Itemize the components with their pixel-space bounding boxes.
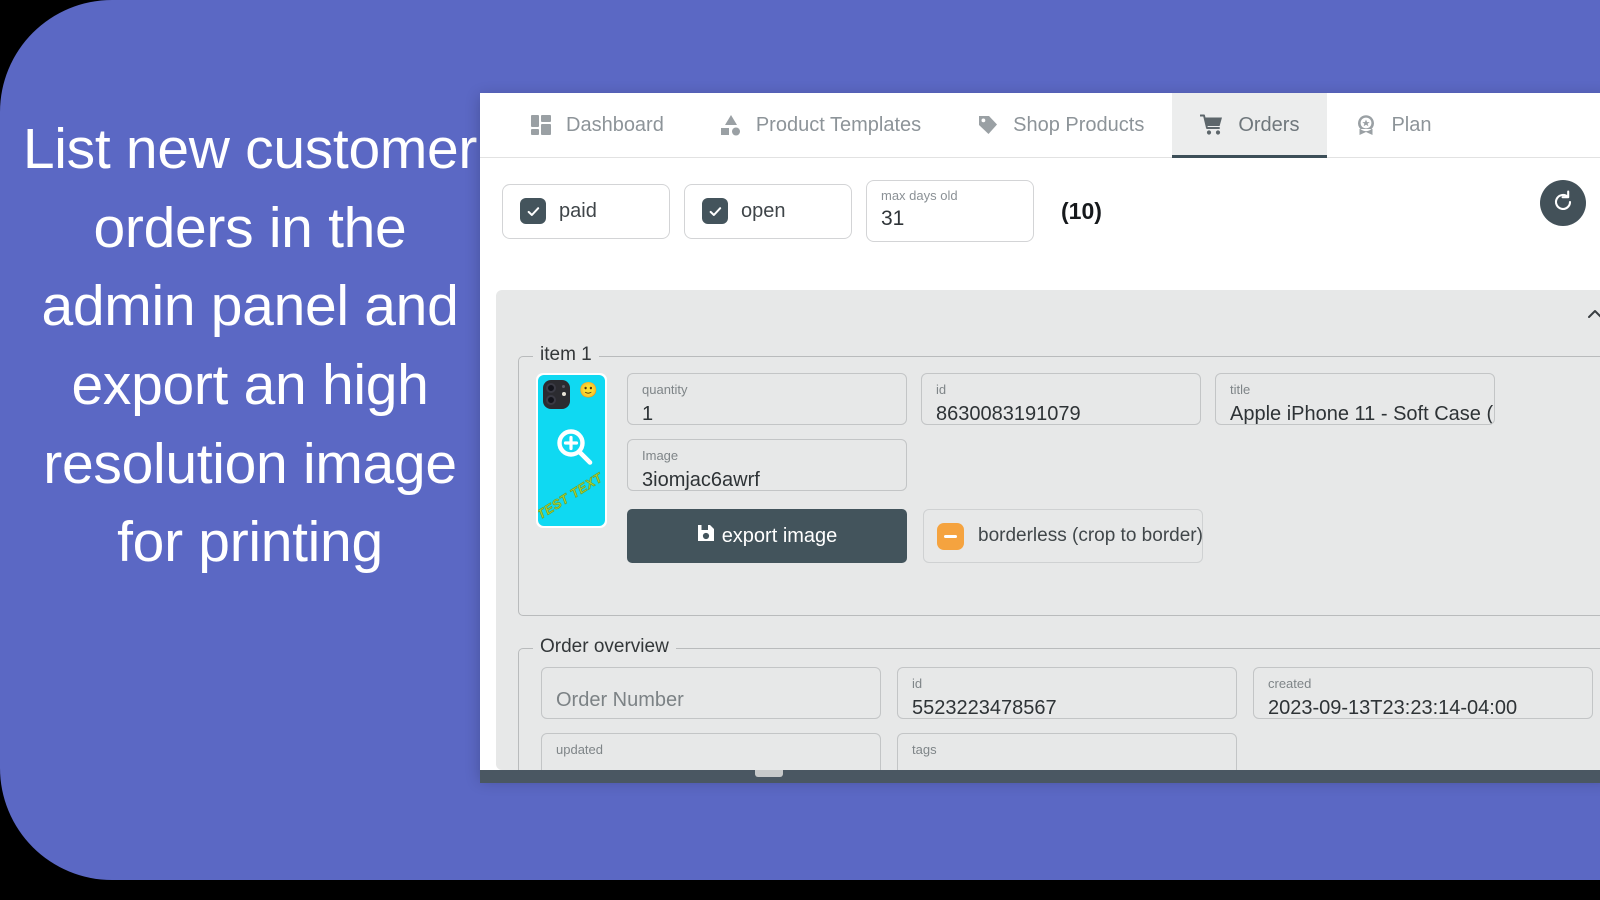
- magnifier-plus-icon: [554, 427, 596, 469]
- refresh-button[interactable]: [1540, 180, 1586, 226]
- app-window: Dashboard Product Templates Shop Product…: [480, 93, 1600, 778]
- tag-icon: [977, 114, 999, 136]
- shapes-icon: [720, 114, 742, 136]
- order-detail-panel: item 1 🙂 TEST TEXT quantity 1 id 8630083…: [496, 290, 1600, 778]
- order-number-placeholder: Order Number: [556, 689, 684, 711]
- order-number-field[interactable]: Order Number: [541, 667, 881, 719]
- item-id-value: 8630083191079: [936, 402, 1081, 425]
- badge-ribbon-icon: [1355, 114, 1377, 136]
- item-quantity-label: quantity: [642, 382, 688, 397]
- item-id-field[interactable]: id 8630083191079: [921, 373, 1201, 425]
- promo-headline: List new customer orders in the admin pa…: [22, 117, 478, 575]
- borderless-toggle-label: borderless (crop to border): [978, 525, 1203, 546]
- chevron-up-icon: [1585, 304, 1600, 329]
- export-image-button[interactable]: export image: [627, 509, 907, 563]
- order-tags-label: tags: [912, 742, 937, 757]
- max-days-old-value: 31: [881, 206, 905, 230]
- order-id-label: id: [912, 676, 923, 691]
- shopping-cart-icon: [1200, 114, 1224, 136]
- max-days-old-input[interactable]: max days old 31: [866, 180, 1034, 242]
- filter-checkbox-open[interactable]: open: [684, 183, 852, 239]
- tab-label-plan: Plan: [1391, 113, 1432, 136]
- filter-label-open: open: [741, 199, 786, 222]
- order-created-field[interactable]: created 2023-09-13T23:23:14-04:00: [1253, 667, 1593, 719]
- max-days-old-label: max days old: [881, 188, 958, 203]
- check-icon: [520, 198, 546, 224]
- tab-label-orders: Orders: [1238, 113, 1300, 136]
- tab-plan[interactable]: Plan: [1327, 93, 1459, 157]
- watermark-text: TEST TEXT: [538, 469, 605, 522]
- main-tabbar: Dashboard Product Templates Shop Product…: [480, 93, 1600, 158]
- order-overview-fieldset: Order overview Order Number id 552322347…: [518, 637, 1600, 778]
- filter-bar: paid open max days old 31 (10): [480, 158, 1600, 264]
- device-home-indicator: [755, 770, 783, 777]
- product-thumbnail[interactable]: 🙂 TEST TEXT: [536, 373, 607, 528]
- tab-label-shop-products: Shop Products: [1013, 113, 1145, 136]
- order-created-value: 2023-09-13T23:23:14-04:00: [1268, 696, 1518, 719]
- check-icon: [702, 198, 728, 224]
- item-id-label: id: [936, 382, 947, 397]
- smiley-emoji-icon: 🙂: [579, 382, 598, 399]
- export-image-label: export image: [721, 524, 838, 547]
- item-image-value: 3iomjac6awrf: [642, 468, 760, 491]
- order-id-field[interactable]: id 5523223478567: [897, 667, 1237, 719]
- tab-orders[interactable]: Orders: [1172, 93, 1328, 158]
- tab-product-templates[interactable]: Product Templates: [692, 93, 949, 157]
- filter-label-paid: paid: [559, 199, 597, 222]
- tab-shop-products[interactable]: Shop Products: [949, 93, 1172, 157]
- device-bottom-bar: [480, 770, 1600, 783]
- refresh-icon: [1551, 190, 1575, 217]
- panel-collapse-toggle[interactable]: [1581, 302, 1600, 330]
- tab-label-product-templates: Product Templates: [755, 113, 922, 136]
- item-image-field[interactable]: Image 3iomjac6awrf: [627, 439, 907, 491]
- order-created-label: created: [1268, 676, 1312, 691]
- tab-dashboard[interactable]: Dashboard: [502, 93, 692, 157]
- item-fieldset: item 1 🙂 TEST TEXT quantity 1 id 8630083…: [518, 345, 1600, 616]
- result-count: (10): [1061, 197, 1102, 224]
- item-quantity-field[interactable]: quantity 1: [627, 373, 907, 425]
- tab-label-dashboard: Dashboard: [566, 113, 664, 136]
- product-thumbnail-image: 🙂 TEST TEXT: [538, 375, 605, 526]
- save-disk-icon: [697, 524, 715, 548]
- phone-camera-module-icon: [543, 380, 570, 409]
- minus-icon: [937, 522, 964, 550]
- dashboard-grid-icon: [530, 114, 552, 136]
- order-updated-label: updated: [556, 742, 603, 757]
- order-overview-legend: Order overview: [533, 637, 676, 656]
- item-title-label: title: [1230, 382, 1251, 397]
- screenshot-stage: List new customer orders in the admin pa…: [0, 0, 1600, 900]
- order-id-value: 5523223478567: [912, 696, 1057, 719]
- item-title-value: Apple iPhone 11 - Soft Case (Bla: [1230, 402, 1495, 425]
- filter-checkbox-paid[interactable]: paid: [502, 183, 670, 239]
- borderless-toggle[interactable]: borderless (crop to border): [923, 509, 1203, 563]
- item-quantity-value: 1: [642, 402, 654, 425]
- item-image-label: Image: [642, 448, 679, 463]
- item-legend: item 1: [533, 345, 599, 364]
- item-title-field[interactable]: title Apple iPhone 11 - Soft Case (Bla: [1215, 373, 1495, 425]
